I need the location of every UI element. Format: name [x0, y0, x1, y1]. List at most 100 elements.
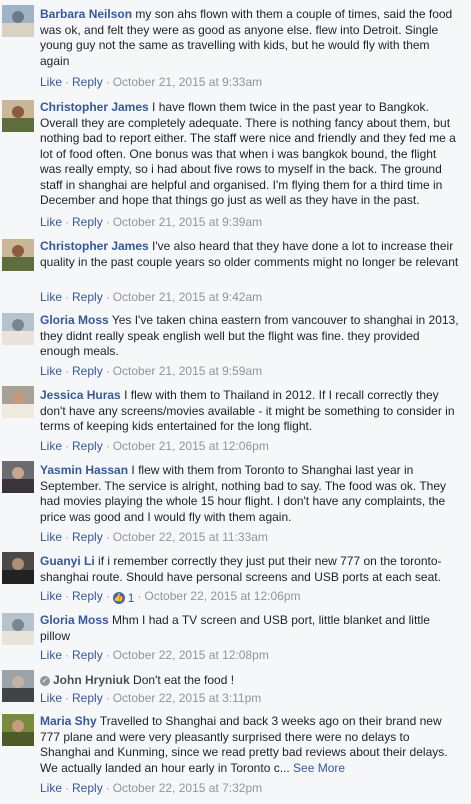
reply-link[interactable]: Reply	[72, 691, 103, 705]
separator: ·	[105, 530, 110, 544]
reply-link[interactable]: Reply	[72, 75, 103, 89]
separator: ·	[105, 364, 110, 378]
reply-link[interactable]: Reply	[72, 439, 103, 453]
comment-author[interactable]: Gloria Moss	[40, 313, 109, 327]
like-link[interactable]: Like	[40, 290, 62, 304]
comment-author[interactable]: Barbara Neilson	[40, 7, 132, 21]
reply-link[interactable]: Reply	[72, 215, 103, 229]
avatar[interactable]	[2, 313, 34, 345]
avatar-foreground	[2, 687, 34, 702]
comment-body: Maria Shy Travelled to Shanghai and back…	[40, 714, 460, 776]
comment-timestamp[interactable]: October 21, 2015 at 9:59am	[113, 364, 262, 378]
separator: ·	[105, 439, 110, 453]
comment-body: Barbara Neilson my son ahs flown with th…	[40, 7, 460, 69]
comment-body: Gloria Moss Yes I've taken china eastern…	[40, 313, 460, 360]
like-link[interactable]: Like	[40, 215, 62, 229]
avatar[interactable]	[2, 552, 34, 584]
comment-actions: Like · Reply · October 21, 2015 at 9:42am	[40, 290, 262, 304]
see-more-link[interactable]: See More	[293, 761, 345, 775]
comment-actions: Like · Reply · October 22, 2015 at 7:32pm	[40, 781, 262, 795]
avatar[interactable]	[2, 5, 34, 37]
avatar[interactable]	[2, 100, 34, 132]
avatar[interactable]	[2, 670, 34, 702]
comment-text: Travelled to Shanghai and back 3 weeks a…	[40, 714, 448, 775]
comment-timestamp[interactable]: October 22, 2015 at 12:06pm	[144, 589, 300, 603]
separator: ·	[65, 215, 70, 229]
comment-timestamp[interactable]: October 22, 2015 at 11:33am	[113, 530, 268, 544]
separator: ·	[65, 691, 70, 705]
avatar-figure	[12, 319, 24, 331]
avatar-figure	[12, 245, 24, 257]
avatar[interactable]	[2, 461, 34, 493]
comment-author[interactable]: Jessica Huras	[40, 388, 121, 402]
comment-author[interactable]: Guanyi Li	[40, 554, 95, 568]
avatar[interactable]	[2, 714, 34, 746]
comment-actions: Like · Reply · October 21, 2015 at 9:39am	[40, 215, 262, 229]
avatar[interactable]	[2, 239, 34, 271]
separator: ·	[105, 691, 110, 705]
comment-timestamp[interactable]: October 21, 2015 at 9:33am	[113, 75, 262, 89]
reply-link[interactable]: Reply	[72, 364, 103, 378]
reply-link[interactable]: Reply	[72, 648, 103, 662]
checkmark-icon: ✓	[40, 676, 50, 686]
separator: ·	[105, 648, 110, 662]
thumbs-up-icon: 👍	[112, 592, 125, 604]
comment-author[interactable]: Christopher James	[40, 239, 149, 253]
comment-text: I have flown them twice in the past year…	[40, 100, 456, 207]
comment-timestamp[interactable]: October 21, 2015 at 9:39am	[113, 215, 262, 229]
reply-link[interactable]: Reply	[72, 589, 103, 603]
comment-actions: Like · Reply · October 22, 2015 at 12:08pm	[40, 648, 269, 662]
comment-actions: Like · Reply · 👍 1 · October 22, 2015 at 12:06p…	[40, 589, 301, 605]
like-link[interactable]: Like	[40, 364, 62, 378]
comment-author[interactable]: Gloria Moss	[40, 613, 109, 627]
like-count[interactable]: 👍 1	[112, 591, 134, 605]
like-link[interactable]: Like	[40, 75, 62, 89]
comment-thread: Barbara Neilson my son ahs flown with th…	[0, 0, 471, 804]
avatar-figure	[12, 676, 24, 688]
separator: ·	[65, 530, 70, 544]
separator: ·	[137, 589, 142, 603]
reply-link[interactable]: Reply	[72, 530, 103, 544]
avatar-foreground	[2, 569, 34, 584]
comment-timestamp[interactable]: October 21, 2015 at 9:42am	[113, 290, 262, 304]
comment-timestamp[interactable]: October 22, 2015 at 7:32pm	[113, 781, 262, 795]
like-link[interactable]: Like	[40, 691, 62, 705]
comment-author[interactable]: John Hryniuk	[53, 673, 130, 687]
comment-timestamp[interactable]: October 21, 2015 at 12:06pm	[113, 439, 269, 453]
comment-timestamp[interactable]: October 22, 2015 at 3:11pm	[113, 691, 262, 705]
like-link[interactable]: Like	[40, 648, 62, 662]
avatar-figure	[12, 558, 24, 570]
comment-author[interactable]: Yasmin Hassan	[40, 463, 128, 477]
avatar-foreground	[2, 630, 34, 645]
comment-body: Jessica Huras I flew with them to Thaila…	[40, 388, 460, 435]
separator: ·	[105, 290, 110, 304]
like-link[interactable]: Like	[40, 439, 62, 453]
separator: ·	[65, 439, 70, 453]
comment-body: Christopher James I've also heard that t…	[40, 239, 460, 270]
separator: ·	[65, 589, 70, 603]
separator: ·	[65, 648, 70, 662]
comment-actions: Like · Reply · October 22, 2015 at 11:33am	[40, 530, 268, 544]
separator: ·	[105, 589, 110, 603]
avatar-figure	[12, 11, 24, 23]
avatar-figure	[12, 720, 24, 732]
comment-text: Don't eat the food !	[133, 673, 235, 687]
comment-author[interactable]: Christopher James	[40, 100, 149, 114]
comment-actions: Like · Reply · October 21, 2015 at 9:59am	[40, 364, 262, 378]
avatar[interactable]	[2, 386, 34, 418]
comment-actions: Like · Reply · October 22, 2015 at 3:11pm	[40, 691, 261, 705]
comment-actions: Like · Reply · October 21, 2015 at 9:33am	[40, 75, 262, 89]
reply-link[interactable]: Reply	[72, 781, 103, 795]
comment-text: if i remember correctly they just put th…	[40, 554, 442, 584]
comment-author[interactable]: Maria Shy	[40, 714, 97, 728]
avatar[interactable]	[2, 613, 34, 645]
comment-body: ✓ John Hryniuk Don't eat the food !	[40, 673, 460, 689]
comment-timestamp[interactable]: October 22, 2015 at 12:08pm	[113, 648, 269, 662]
reply-link[interactable]: Reply	[72, 290, 103, 304]
separator: ·	[105, 215, 110, 229]
avatar-foreground	[2, 731, 34, 746]
like-link[interactable]: Like	[40, 589, 62, 603]
like-link[interactable]: Like	[40, 530, 62, 544]
like-link[interactable]: Like	[40, 781, 62, 795]
comment-body: Guanyi Li if i remember correctly they j…	[40, 554, 460, 585]
